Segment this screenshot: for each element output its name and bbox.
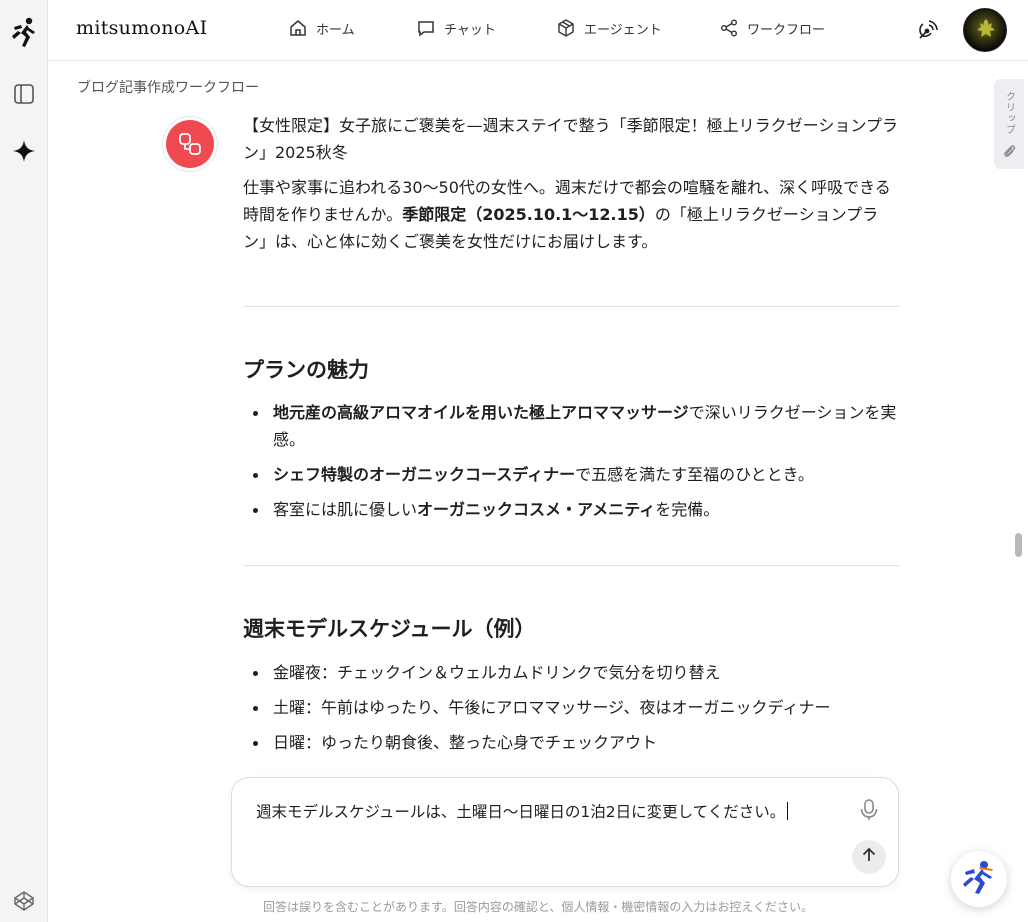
- left-rail: [0, 0, 48, 922]
- arrow-up-icon: [860, 846, 878, 868]
- sidebar-toggle-icon[interactable]: [0, 83, 48, 105]
- list-item: 地元産の高級アロマオイルを用いた極上アロママッサージで深いリラクゼーションを実感…: [243, 399, 899, 453]
- scrollbar-thumb[interactable]: [1015, 533, 1022, 557]
- divider: [243, 306, 899, 307]
- runner-logo-icon[interactable]: [0, 16, 48, 52]
- divider: [243, 565, 899, 566]
- section-heading-schedule: 週末モデルスケジュール（例）: [243, 617, 536, 641]
- top-header: mitsumonoAI ホーム チャット エージェント ワークフロー: [48, 0, 1028, 61]
- message-input[interactable]: 週末モデルスケジュールは、土曜日〜日曜日の1泊2日に変更してください。: [256, 800, 789, 822]
- microphone-icon[interactable]: [858, 798, 880, 826]
- nav-agent[interactable]: エージェント: [556, 18, 662, 38]
- user-avatar[interactable]: [963, 8, 1007, 52]
- article-title: 【女性限定】女子旅にご褒美を—週末ステイで整う「季節限定！極上リラクゼーションプ…: [243, 116, 898, 162]
- list-item: 土曜：午前はゆったり、午後にアロママッサージ、夜はオーガニックディナー: [243, 694, 899, 721]
- nav-chat-label: チャット: [444, 22, 496, 38]
- list-item: 客室には肌に優しいオーガニックコスメ・アメニティを完備。: [243, 496, 899, 523]
- content-scrollbar[interactable]: [1010, 61, 1028, 769]
- schedule-list: 金曜夜：チェックイン＆ウェルカムドリンクで気分を切り替え 土曜：午前はゆったり、…: [243, 659, 899, 756]
- brand-name[interactable]: mitsumonoAI: [76, 17, 207, 39]
- nav-agent-label: エージェント: [584, 22, 662, 38]
- disclaimer-text: 回答は誤りを含むことがあります。回答内容の確認と、個人情報・機密情報の入力はお控…: [263, 900, 813, 914]
- sparkle-icon[interactable]: [0, 139, 48, 163]
- chat-icon: [416, 18, 436, 38]
- nav-workflow-label: ワークフロー: [747, 22, 826, 38]
- nav-home[interactable]: ホーム: [288, 18, 355, 38]
- article-intro: 仕事や家事に追われる30〜50代の女性へ。週末だけで都会の喧騒を離れ、深く呼吸で…: [243, 178, 891, 251]
- workflow-node-icon: [166, 120, 214, 168]
- nav-chat[interactable]: チャット: [416, 18, 496, 38]
- list-item: シェフ特製のオーガニックコースディナーで五感を満たす至福のひととき。: [243, 461, 899, 488]
- list-item: 金曜夜：チェックイン＆ウェルカムドリンクで気分を切り替え: [243, 659, 899, 686]
- assistant-avatar: [162, 116, 218, 172]
- home-icon: [288, 18, 308, 38]
- chat-composer[interactable]: 週末モデルスケジュールは、土曜日〜日曜日の1泊2日に変更してください。: [231, 777, 899, 887]
- assistant-fab-button[interactable]: [951, 851, 1007, 907]
- broadcast-icon[interactable]: [916, 18, 938, 46]
- runner-mascot-icon: [959, 857, 999, 901]
- message-input-value: 週末モデルスケジュールは、土曜日〜日曜日の1泊2日に変更してください。: [256, 803, 786, 821]
- share-icon: [719, 18, 739, 38]
- list-item: 日曜：ゆったり朝食後、整った心身でチェックアウト: [243, 729, 899, 756]
- nav-home-label: ホーム: [316, 22, 355, 38]
- cube-icon: [556, 18, 576, 38]
- send-button[interactable]: [852, 840, 886, 874]
- section-heading-appeal: プランの魅力: [243, 358, 369, 382]
- appeal-list: 地元産の高級アロマオイルを用いた極上アロママッサージで深いリラクゼーションを実感…: [243, 399, 899, 523]
- codepen-icon[interactable]: [0, 890, 48, 912]
- assistant-message: 【女性限定】女子旅にご褒美を—週末ステイで整う「季節限定！極上リラクゼーションプ…: [243, 112, 899, 764]
- nav-workflow[interactable]: ワークフロー: [719, 18, 825, 38]
- text-caret: [787, 802, 789, 820]
- breadcrumb: ブログ記事作成ワークフロー: [77, 80, 259, 96]
